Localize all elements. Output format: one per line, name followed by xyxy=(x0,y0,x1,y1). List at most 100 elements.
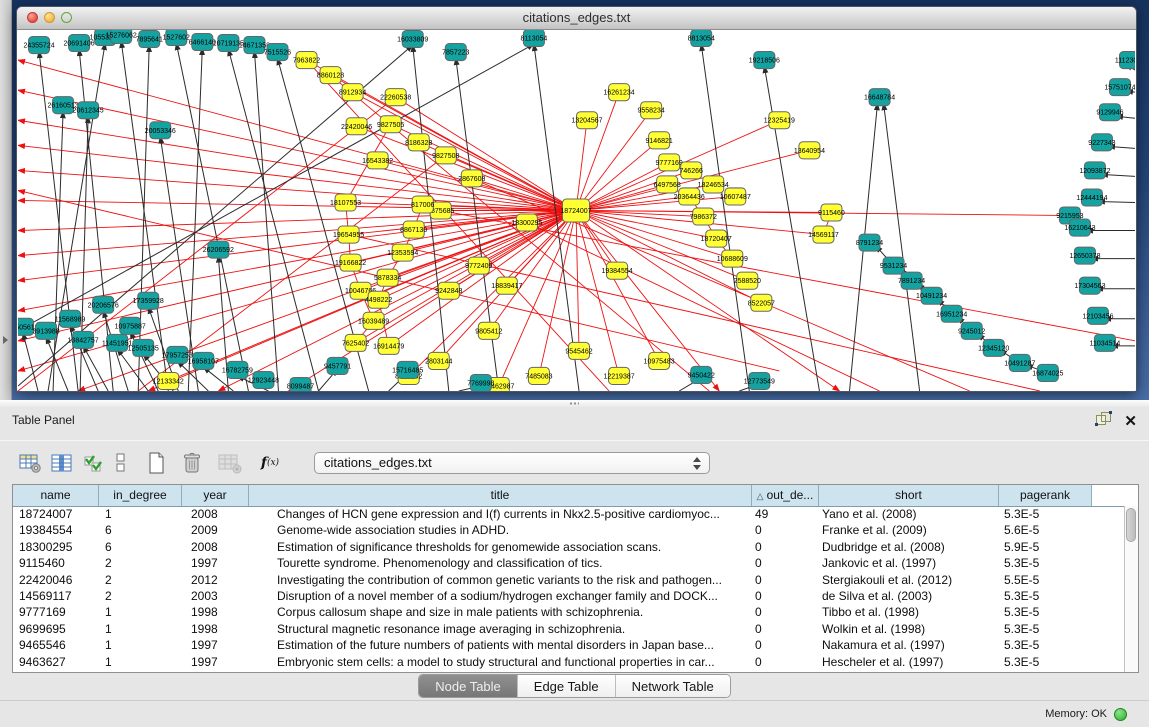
graph-node[interactable]: 24355724 xyxy=(23,37,54,54)
column-header-year[interactable]: year xyxy=(182,485,249,506)
divider-grip-icon[interactable] xyxy=(569,402,579,405)
graph-node[interactable]: 7625402 xyxy=(342,334,369,351)
table-settings-icon[interactable] xyxy=(16,449,44,477)
graph-node[interactable]: 9245012 xyxy=(958,322,985,339)
graph-node[interactable]: 8522057 xyxy=(748,294,775,311)
graph-node[interactable]: 12345120 xyxy=(978,339,1009,356)
graph-node[interactable]: 9129946 xyxy=(1096,104,1123,121)
graph-node[interactable]: 10975887 xyxy=(115,317,146,334)
graph-node[interactable]: 9805412 xyxy=(475,322,502,339)
graph-node[interactable]: 7963822 xyxy=(293,52,320,69)
graph-node[interactable]: 20364436 xyxy=(674,188,705,205)
graph-node[interactable]: 12219387 xyxy=(604,367,635,384)
graph-node[interactable]: 9227343 xyxy=(1088,134,1115,151)
graph-node[interactable]: 14569117 xyxy=(808,226,839,243)
graph-node[interactable]: 8867130 xyxy=(400,221,427,238)
graph-node[interactable]: 17304563 xyxy=(1074,277,1105,294)
graph-node[interactable]: 13842757 xyxy=(68,331,99,348)
graph-node[interactable]: 746266 xyxy=(680,162,703,179)
close-panel-icon[interactable]: ✕ xyxy=(1124,414,1137,429)
table-row[interactable]: 946362711997Embryonic stem cells: a mode… xyxy=(13,654,1124,670)
left-panel-edge[interactable] xyxy=(0,0,12,400)
graph-node[interactable]: 9827508 xyxy=(432,147,459,164)
graph-node[interactable]: 9242848 xyxy=(435,282,462,299)
graph-node[interactable]: 18107553 xyxy=(330,194,361,211)
graph-node[interactable]: 5878334 xyxy=(374,269,401,286)
delete-column-icon[interactable] xyxy=(178,449,206,477)
graph-node[interactable]: 9772409 xyxy=(465,257,492,274)
graph-node[interactable]: 12093872 xyxy=(1079,162,1110,179)
network-window-titlebar[interactable]: citations_edges.txt xyxy=(17,7,1136,30)
graph-node[interactable]: 10491287 xyxy=(1004,354,1035,371)
network-window[interactable]: citations_edges.txt 18724007796382288601… xyxy=(16,6,1137,392)
graph-node[interactable]: 2803144 xyxy=(425,352,452,369)
graph-node[interactable]: 16914479 xyxy=(373,337,404,354)
graph-node[interactable]: 9146821 xyxy=(646,132,673,149)
tab-edge-table[interactable]: Edge Table xyxy=(517,675,615,697)
graph-node[interactable]: 12444194 xyxy=(1076,189,1107,206)
unselect-all-icon[interactable] xyxy=(112,449,130,477)
graph-node[interactable]: 20206576 xyxy=(88,296,119,313)
table-row[interactable]: 1938455462009Genome-wide association stu… xyxy=(13,522,1124,538)
graph-node[interactable]: 817006 xyxy=(411,196,434,213)
split-divider[interactable] xyxy=(0,400,1149,407)
table-scrollbar[interactable] xyxy=(1124,506,1138,672)
graph-node[interactable]: 19166822 xyxy=(335,254,366,271)
table-selector-dropdown[interactable]: citations_edges.txt xyxy=(314,452,710,474)
graph-node[interactable]: 12325419 xyxy=(764,112,795,129)
graph-node[interactable]: 16951234 xyxy=(936,305,967,322)
memory-indicator-icon[interactable] xyxy=(1114,708,1127,721)
table-row[interactable]: 911546021997Tourette syndrome. Phenomeno… xyxy=(13,555,1124,571)
graph-node[interactable]: 12103456 xyxy=(1082,307,1113,324)
graph-node[interactable]: 9115460 xyxy=(818,204,845,221)
graph-node[interactable]: 11568989 xyxy=(55,310,86,327)
graph-node[interactable]: 9531234 xyxy=(880,257,907,274)
graph-node[interactable]: 18246534 xyxy=(698,176,729,193)
graph-node[interactable]: 7857223 xyxy=(442,44,469,61)
graph-node[interactable]: 8113054 xyxy=(521,30,548,47)
graph-node[interactable]: 17359928 xyxy=(133,292,164,309)
graph-node[interactable]: 22260538 xyxy=(380,89,411,106)
graph-node[interactable]: 8099487 xyxy=(287,377,314,391)
tab-node-table[interactable]: Node Table xyxy=(419,675,517,697)
graph-node[interactable]: 22420046 xyxy=(341,118,372,135)
graph-node[interactable]: 16261234 xyxy=(604,84,635,101)
graph-node[interactable]: 10491234 xyxy=(916,287,947,304)
new-table-icon[interactable] xyxy=(142,449,170,477)
graph-node[interactable]: 7769998 xyxy=(467,374,494,391)
graph-node[interactable]: 2588520 xyxy=(734,272,761,289)
tab-network-table[interactable]: Network Table xyxy=(615,675,730,697)
graph-node[interactable]: 20053346 xyxy=(145,122,176,139)
graph-node[interactable]: 1527602 xyxy=(163,30,190,46)
graph-node[interactable]: 9457791 xyxy=(324,357,351,374)
graph-node[interactable]: 9450422 xyxy=(688,366,715,383)
table-row[interactable]: 2242004622012Investigating the contribut… xyxy=(13,572,1124,588)
table-row[interactable]: 1456911722003Disruption of a novel membe… xyxy=(13,588,1124,604)
table-row[interactable]: 946554611997Estimation of the future num… xyxy=(13,637,1124,653)
graph-node[interactable]: 8860128 xyxy=(317,67,344,84)
graph-node[interactable]: 12353594 xyxy=(387,244,418,261)
graph-node[interactable]: 11123058 xyxy=(1115,52,1135,69)
graph-node[interactable]: 13204567 xyxy=(571,112,602,129)
table-row[interactable]: 977716911998Corpus callosum shape and si… xyxy=(13,604,1124,620)
graph-node[interactable]: 8912934 xyxy=(339,84,366,101)
graph-node[interactable]: 16874025 xyxy=(1032,364,1063,381)
graph-node[interactable]: 8791234 xyxy=(856,234,883,251)
table-row[interactable]: 969969511998Structural magnetic resonanc… xyxy=(13,621,1124,637)
column-header-in_degree[interactable]: in_degree xyxy=(99,485,182,506)
function-builder-icon[interactable]: f(x) xyxy=(256,449,284,477)
column-header-name[interactable]: name xyxy=(13,485,99,506)
graph-node[interactable]: 3913988 xyxy=(32,322,59,339)
expand-panel-icon[interactable] xyxy=(3,336,8,344)
graph-node[interactable]: 10607487 xyxy=(720,188,751,205)
graph-node[interactable]: 4498222 xyxy=(365,291,392,308)
select-all-icon[interactable] xyxy=(80,449,108,477)
graph-node[interactable]: 10688609 xyxy=(717,250,748,267)
graph-node[interactable]: 7485083 xyxy=(525,367,552,384)
graph-node[interactable]: 15751074 xyxy=(1104,79,1135,96)
column-header-title[interactable]: title xyxy=(249,485,752,506)
graph-node[interactable]: 7986372 xyxy=(690,208,717,225)
float-window-icon[interactable] xyxy=(1095,411,1112,431)
graph-node[interactable]: 7515526 xyxy=(264,44,291,61)
graph-node[interactable]: 16648784 xyxy=(864,89,895,106)
